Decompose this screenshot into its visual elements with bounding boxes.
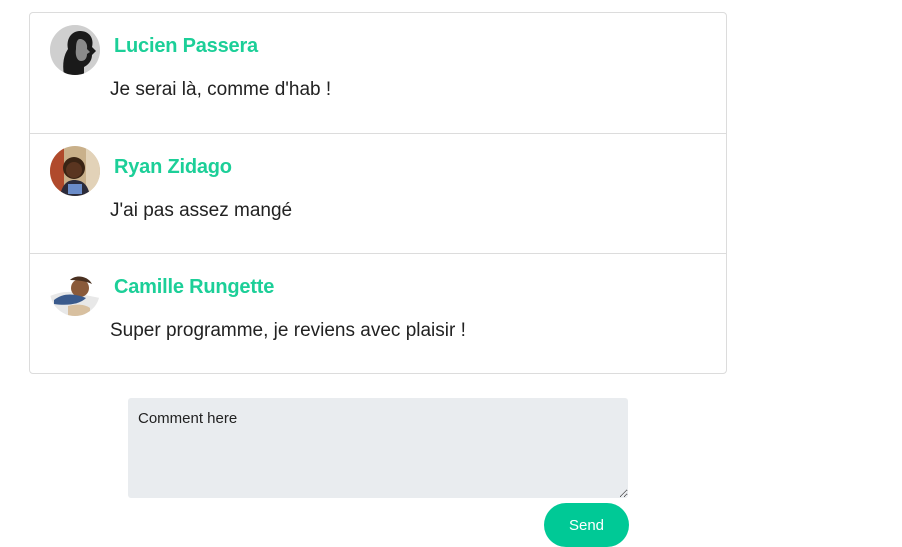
avatar [50,146,100,196]
avatar [50,25,100,75]
comment-message: J'ai pas assez mangé [110,200,293,221]
comment-author: Camille Rungette [114,276,275,298]
comment-item: Camille Rungette Super programme, je rev… [30,253,726,373]
comment-message: Je serai là, comme d'hab ! [110,79,332,100]
comment-input[interactable] [128,398,628,498]
send-button[interactable]: Send [544,503,629,547]
comment-author: Ryan Zidago [114,156,232,178]
comment-item: Lucien Passera Je serai là, comme d'hab … [30,13,726,133]
comments-list: Lucien Passera Je serai là, comme d'hab … [29,12,727,374]
avatar [50,266,100,316]
comment-item: Ryan Zidago J'ai pas assez mangé [30,133,726,253]
comment-message: Super programme, je reviens avec plaisir… [110,320,466,341]
comment-author: Lucien Passera [114,35,258,57]
